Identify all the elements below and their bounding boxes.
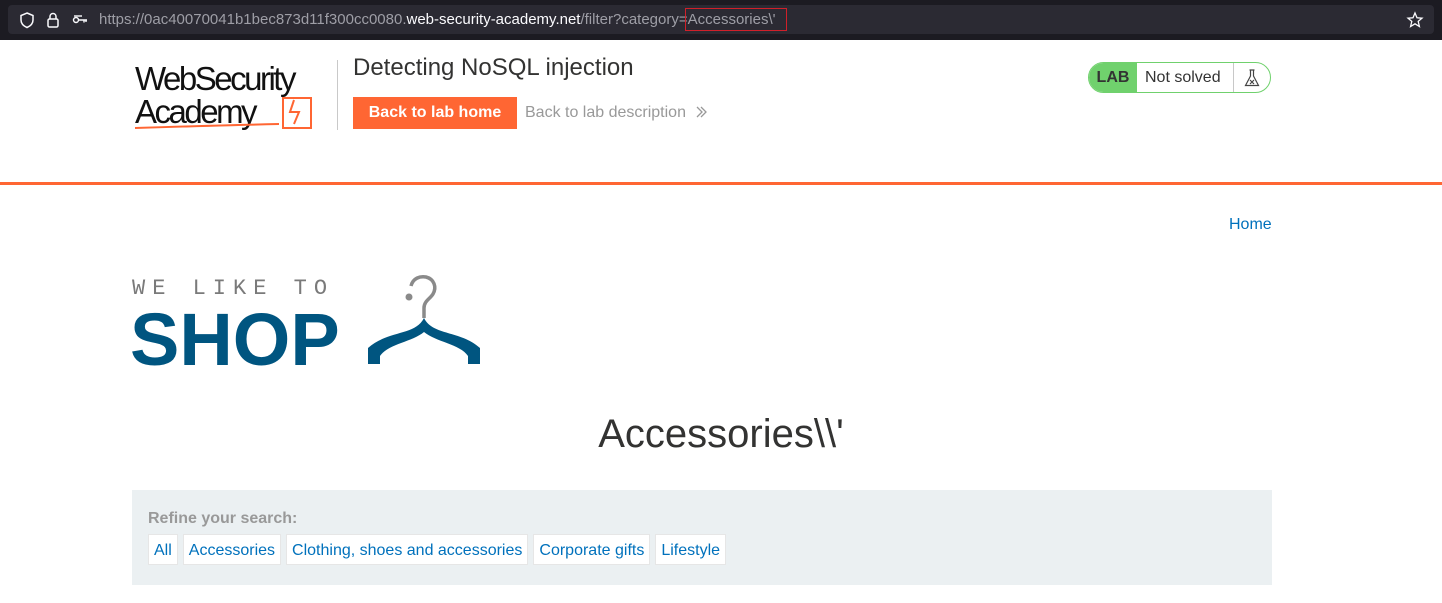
url-domain: web-security-academy.net (406, 11, 581, 28)
home-link[interactable]: Home (1229, 216, 1272, 234)
permissions-key-icon[interactable] (71, 11, 89, 29)
hanger-icon (368, 275, 480, 364)
address-bar[interactable]: https://0ac40070041b1bec873d11f300cc0080… (8, 5, 1434, 34)
flask-icon-container (1233, 63, 1270, 92)
category-heading: Accessories\\' (598, 412, 844, 456)
lab-status-text: Not solved (1145, 68, 1221, 86)
filter-list: All Accessories Clothing, shoes and acce… (148, 534, 727, 565)
back-to-lab-home-button[interactable]: Back to lab home (353, 97, 517, 129)
shop-logo-word: SHOP (130, 298, 340, 370)
filter-panel: Refine your search: All Accessories Clot… (132, 490, 1272, 585)
filter-label: Refine your search: (148, 510, 298, 527)
flask-icon (1244, 68, 1260, 86)
back-to-lab-description-label: Back to lab description (525, 104, 686, 121)
browser-toolbar: https://0ac40070041b1bec873d11f300cc0080… (0, 0, 1442, 40)
lab-status-badge: LAB Not solved (1088, 62, 1271, 93)
web-security-academy-logo[interactable]: WebSecurity Academy (134, 60, 334, 135)
url-param-highlight: Accessories\' (684, 8, 787, 31)
filter-link-lifestyle[interactable]: Lifestyle (655, 534, 727, 565)
logo-line1: WebSecurity (135, 60, 297, 97)
header-bottom-rule (0, 182, 1442, 185)
back-to-lab-description-link[interactable]: Back to lab description (525, 104, 708, 122)
shield-icon[interactable] (18, 11, 36, 29)
filter-link-corporate-gifts[interactable]: Corporate gifts (533, 534, 651, 565)
url-text[interactable]: https://0ac40070041b1bec873d11f300cc0080… (99, 8, 787, 31)
lab-title: Detecting NoSQL injection (353, 54, 634, 81)
double-chevron-right-icon (696, 106, 708, 118)
filter-link-accessories[interactable]: Accessories (182, 534, 282, 565)
filter-link-all[interactable]: All (148, 534, 178, 565)
url-prefix: https://0ac40070041b1bec873d11f300cc0080… (99, 11, 407, 28)
we-like-to-shop-logo[interactable]: WE LIKE TO SHOP (130, 270, 490, 370)
lock-icon[interactable] (44, 11, 62, 29)
url-path: /filter?category= (580, 11, 688, 28)
header-divider (337, 60, 338, 130)
lab-tag: LAB (1089, 63, 1137, 92)
filter-link-clothing[interactable]: Clothing, shoes and accessories (286, 534, 529, 565)
bookmark-star-icon[interactable] (1406, 11, 1424, 29)
